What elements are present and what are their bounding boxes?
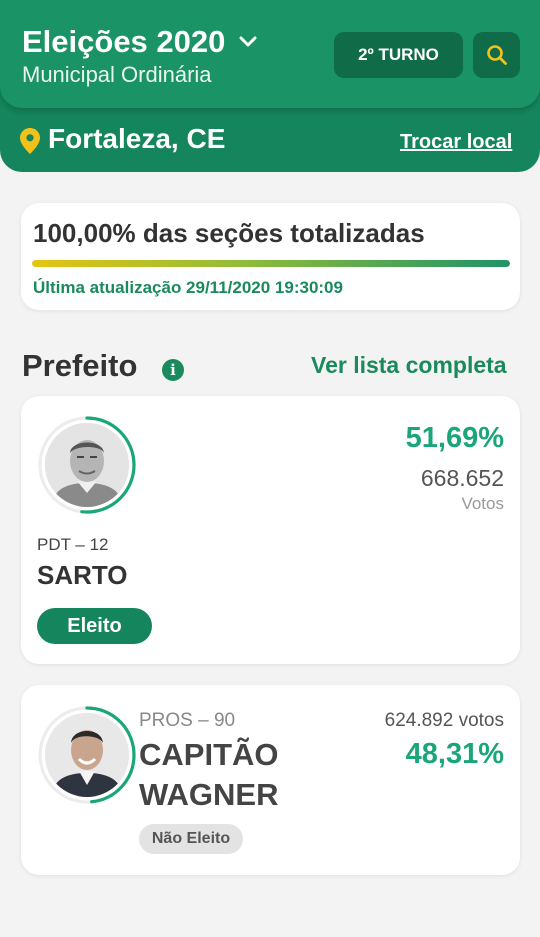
election-selector[interactable]: Eleições 2020 xyxy=(22,24,259,60)
totalization-status-card: 100,00% das seções totalizadas Última at… xyxy=(21,203,520,310)
vote-percentage: 51,69% xyxy=(405,422,504,454)
location-pin-icon xyxy=(20,128,40,154)
candidate-name: SARTO xyxy=(37,560,128,590)
last-update-text: Última atualização 29/11/2020 19:30:09 xyxy=(33,278,343,297)
see-full-list-link[interactable]: Ver lista completa xyxy=(311,350,507,380)
vote-count: 624.892 votos xyxy=(384,710,504,731)
search-button[interactable] xyxy=(473,32,520,78)
not-elected-badge: Não Eleito xyxy=(139,824,243,854)
info-icon[interactable]: i xyxy=(162,359,184,381)
candidate-photo xyxy=(45,423,129,507)
turno-button[interactable]: 2º TURNO xyxy=(334,32,463,78)
totalization-title: 100,00% das seções totalizadas xyxy=(33,218,425,248)
elected-badge: Eleito xyxy=(37,608,152,644)
candidate-card[interactable]: PROS – 90 CAPITÃO WAGNER 624.892 votos 4… xyxy=(21,685,520,875)
search-icon xyxy=(486,45,507,65)
vote-percentage: 48,31% xyxy=(405,738,504,770)
votes-label: Votos xyxy=(461,494,504,513)
location-name: Fortaleza, CE xyxy=(48,123,226,154)
change-location-link[interactable]: Trocar local xyxy=(400,129,512,155)
candidate-avatar xyxy=(37,415,137,515)
candidate-name: CAPITÃO WAGNER xyxy=(139,737,279,812)
vote-count: 668.652 xyxy=(420,465,504,491)
election-header: Eleições 2020 Municipal Ordinária 2º TUR… xyxy=(0,0,540,108)
progress-fill xyxy=(32,260,510,267)
section-title: Prefeito xyxy=(22,348,138,383)
chevron-down-icon xyxy=(239,36,257,47)
election-subtitle: Municipal Ordinária xyxy=(22,62,212,87)
totalization-progress-bar xyxy=(32,260,510,267)
candidate-photo xyxy=(45,713,129,797)
candidate-party: PROS – 90 xyxy=(139,710,236,731)
candidate-card[interactable]: 51,69% 668.652 Votos PDT – 12 SARTO Elei… xyxy=(21,396,520,664)
candidate-party: PDT – 12 xyxy=(37,535,109,554)
candidate-avatar xyxy=(37,705,137,805)
election-title: Eleições 2020 xyxy=(22,24,226,59)
